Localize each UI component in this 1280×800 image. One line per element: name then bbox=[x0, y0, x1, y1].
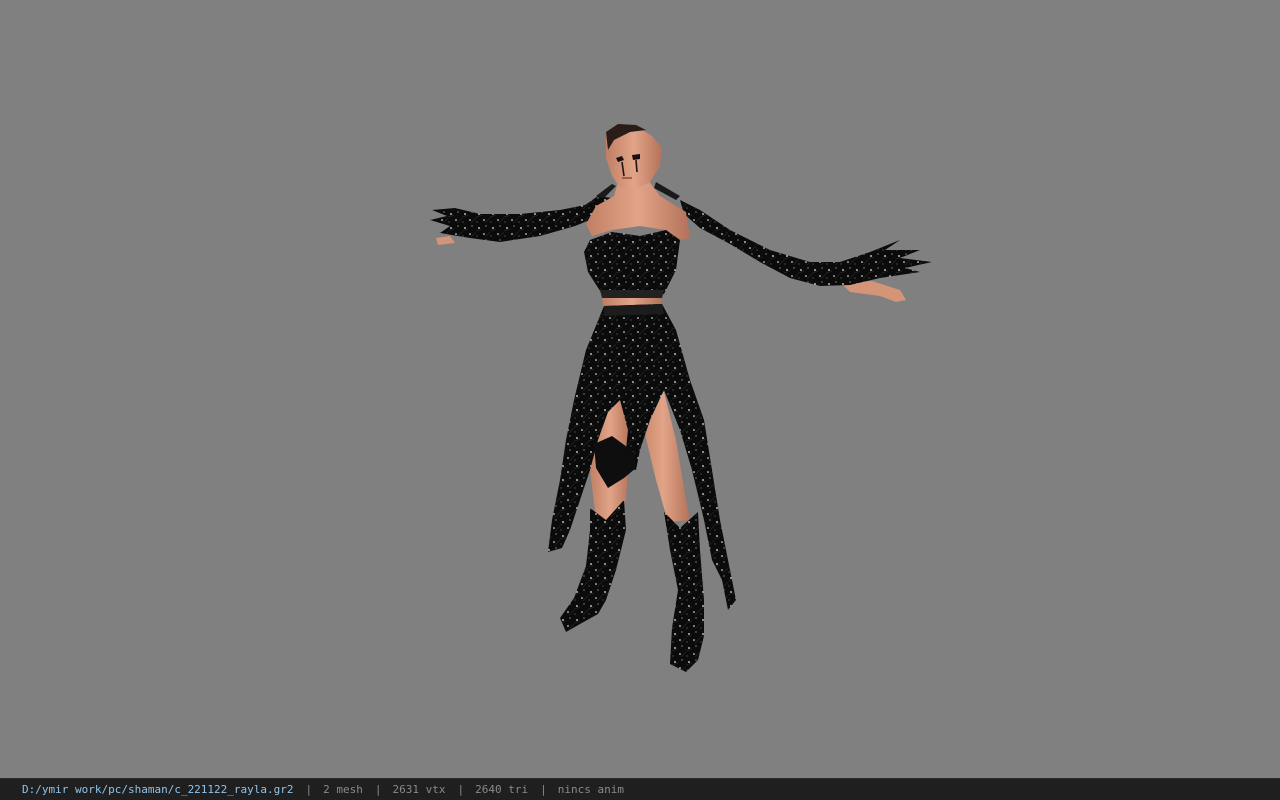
status-separator: | bbox=[374, 783, 382, 796]
right-sleeve bbox=[680, 200, 932, 286]
status-separator: | bbox=[540, 783, 547, 796]
left-sleeve bbox=[430, 196, 612, 242]
right-boot bbox=[664, 512, 704, 672]
waistband bbox=[604, 304, 664, 316]
model-viewport[interactable] bbox=[0, 0, 1280, 778]
bodice-trim bbox=[600, 290, 664, 298]
status-bar: D:/ymir work/pc/shaman/c_221122_rayla.gr… bbox=[0, 778, 1280, 800]
character-model-render bbox=[430, 124, 932, 672]
bodice bbox=[584, 230, 680, 298]
animation-status-label: nincs anim bbox=[557, 783, 624, 796]
mesh-count-label: 2 mesh bbox=[323, 783, 363, 796]
status-separator: | bbox=[305, 783, 313, 796]
skirt bbox=[548, 304, 736, 610]
status-separator: | bbox=[457, 783, 465, 796]
torso-skin bbox=[586, 180, 690, 240]
left-hand bbox=[436, 236, 455, 245]
vertex-count-label: 2631 vtx bbox=[392, 783, 446, 796]
triangle-count-label: 2640 tri bbox=[475, 783, 529, 796]
character-head bbox=[606, 124, 662, 190]
file-path-label: D:/ymir work/pc/shaman/c_221122_rayla.gr… bbox=[22, 783, 294, 796]
